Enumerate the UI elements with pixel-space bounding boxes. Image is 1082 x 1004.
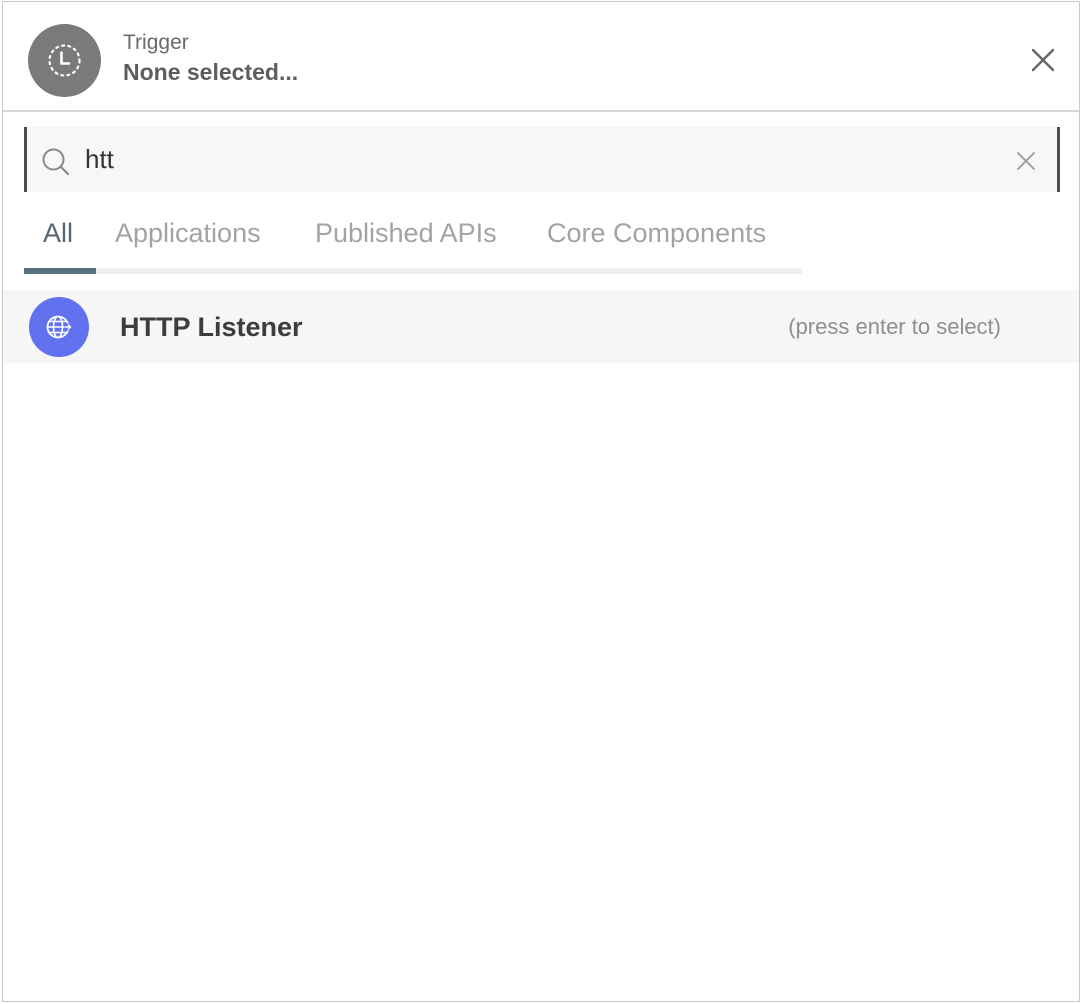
trigger-value: None selected... (123, 59, 299, 85)
tab-core-components[interactable]: Core Components (547, 218, 766, 249)
search-box (24, 127, 1060, 192)
search-icon (42, 148, 70, 176)
trigger-selector-panel: Trigger None selected... All Application… (2, 1, 1080, 1002)
result-hint: (press enter to select) (788, 314, 1001, 339)
tab-all[interactable]: All (43, 218, 73, 249)
globe-icon (46, 315, 72, 339)
trigger-icon-badge (28, 24, 101, 97)
tabs-track (24, 268, 802, 274)
active-tab-indicator (24, 268, 96, 274)
close-icon (1031, 48, 1055, 72)
search-clear-button[interactable] (1014, 149, 1038, 173)
search-input[interactable] (85, 137, 985, 181)
clock-icon (48, 44, 81, 77)
tab-applications[interactable]: Applications (115, 218, 261, 249)
result-name: HTTP Listener (120, 312, 303, 342)
result-icon-badge (29, 297, 89, 357)
close-button[interactable] (1025, 42, 1061, 78)
result-item-http-listener[interactable]: HTTP Listener (press enter to select) (3, 290, 1079, 363)
panel-header: Trigger None selected... (3, 2, 1079, 112)
tab-published-apis[interactable]: Published APIs (315, 218, 497, 249)
category-tabs: All Applications Published APIs Core Com… (24, 202, 802, 274)
clear-icon (1017, 152, 1035, 170)
trigger-label: Trigger (123, 31, 189, 54)
